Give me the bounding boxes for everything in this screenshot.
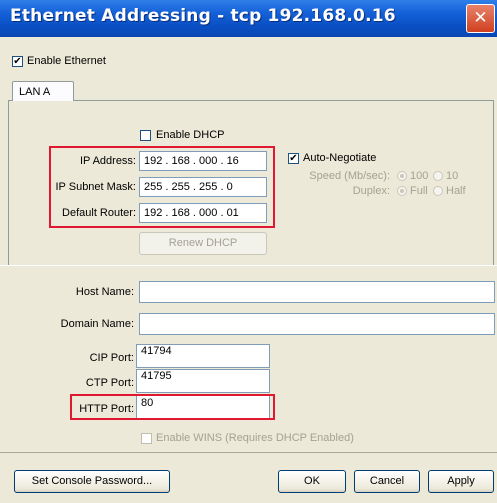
http-port-field[interactable]: 80 [136, 395, 270, 419]
footer-divider [0, 452, 497, 453]
cip-port-label: CIP Port: [89, 352, 134, 364]
host-name-field[interactable] [139, 281, 495, 303]
duplex-full-radio[interactable] [397, 186, 407, 196]
enable-dhcp-checkbox[interactable] [140, 130, 151, 141]
speed-label: Speed (Mb/sec): [309, 170, 390, 182]
enable-ethernet-label: Enable Ethernet [27, 55, 106, 67]
domain-name-field[interactable] [139, 313, 495, 335]
auto-negotiate-label: Auto-Negotiate [303, 152, 377, 164]
tab-lan-a[interactable]: LAN A [12, 81, 74, 101]
apply-button[interactable]: Apply [428, 470, 494, 493]
http-port-label: HTTP Port: [79, 403, 134, 415]
subnet-mask-field[interactable]: 255 . 255 . 255 . 0 [139, 177, 267, 197]
enable-ethernet-checkbox[interactable]: ✔ [12, 56, 23, 67]
set-console-password-button[interactable]: Set Console Password... [14, 470, 170, 493]
close-icon[interactable]: ✕ [466, 4, 495, 33]
ethernet-addressing-dialog: Ethernet Addressing - tcp 192.168.0.16 ✕… [0, 0, 497, 503]
ctp-port-label: CTP Port: [85, 377, 134, 389]
default-router-label: Default Router: [62, 207, 136, 219]
renew-dhcp-button[interactable]: Renew DHCP [139, 232, 267, 255]
duplex-full-label: Full [410, 185, 428, 197]
speed-10-label: 10 [446, 170, 459, 182]
title-bar[interactable]: Ethernet Addressing - tcp 192.168.0.16 ✕ [0, 0, 497, 37]
cancel-button[interactable]: Cancel [354, 470, 420, 493]
ok-button[interactable]: OK [278, 470, 346, 493]
speed-100-label: 100 [410, 170, 429, 182]
ip-address-label: IP Address: [79, 155, 136, 167]
duplex-half-label: Half [446, 185, 466, 197]
duplex-label: Duplex: [352, 185, 390, 197]
enable-dhcp-label: Enable DHCP [156, 129, 225, 141]
window-title: Ethernet Addressing - tcp 192.168.0.16 [10, 6, 396, 26]
host-name-label: Host Name: [75, 286, 134, 298]
subnet-mask-label: IP Subnet Mask: [55, 181, 136, 193]
enable-wins-checkbox[interactable] [141, 433, 152, 444]
tab-lan-a-label: LAN A [19, 86, 51, 98]
ip-address-field[interactable]: 192 . 168 . 000 . 16 [139, 151, 267, 171]
auto-negotiate-checkbox[interactable]: ✔ [288, 153, 299, 164]
speed-100-radio[interactable] [397, 171, 407, 181]
ctp-port-field[interactable]: 41795 [136, 369, 270, 393]
speed-10-radio[interactable] [433, 171, 443, 181]
cip-port-field[interactable]: 41794 [136, 344, 270, 368]
duplex-half-radio[interactable] [433, 186, 443, 196]
default-router-field[interactable]: 192 . 168 . 000 . 01 [139, 203, 267, 223]
domain-name-label: Domain Name: [60, 318, 134, 330]
enable-wins-label: Enable WINS (Requires DHCP Enabled) [156, 432, 354, 444]
